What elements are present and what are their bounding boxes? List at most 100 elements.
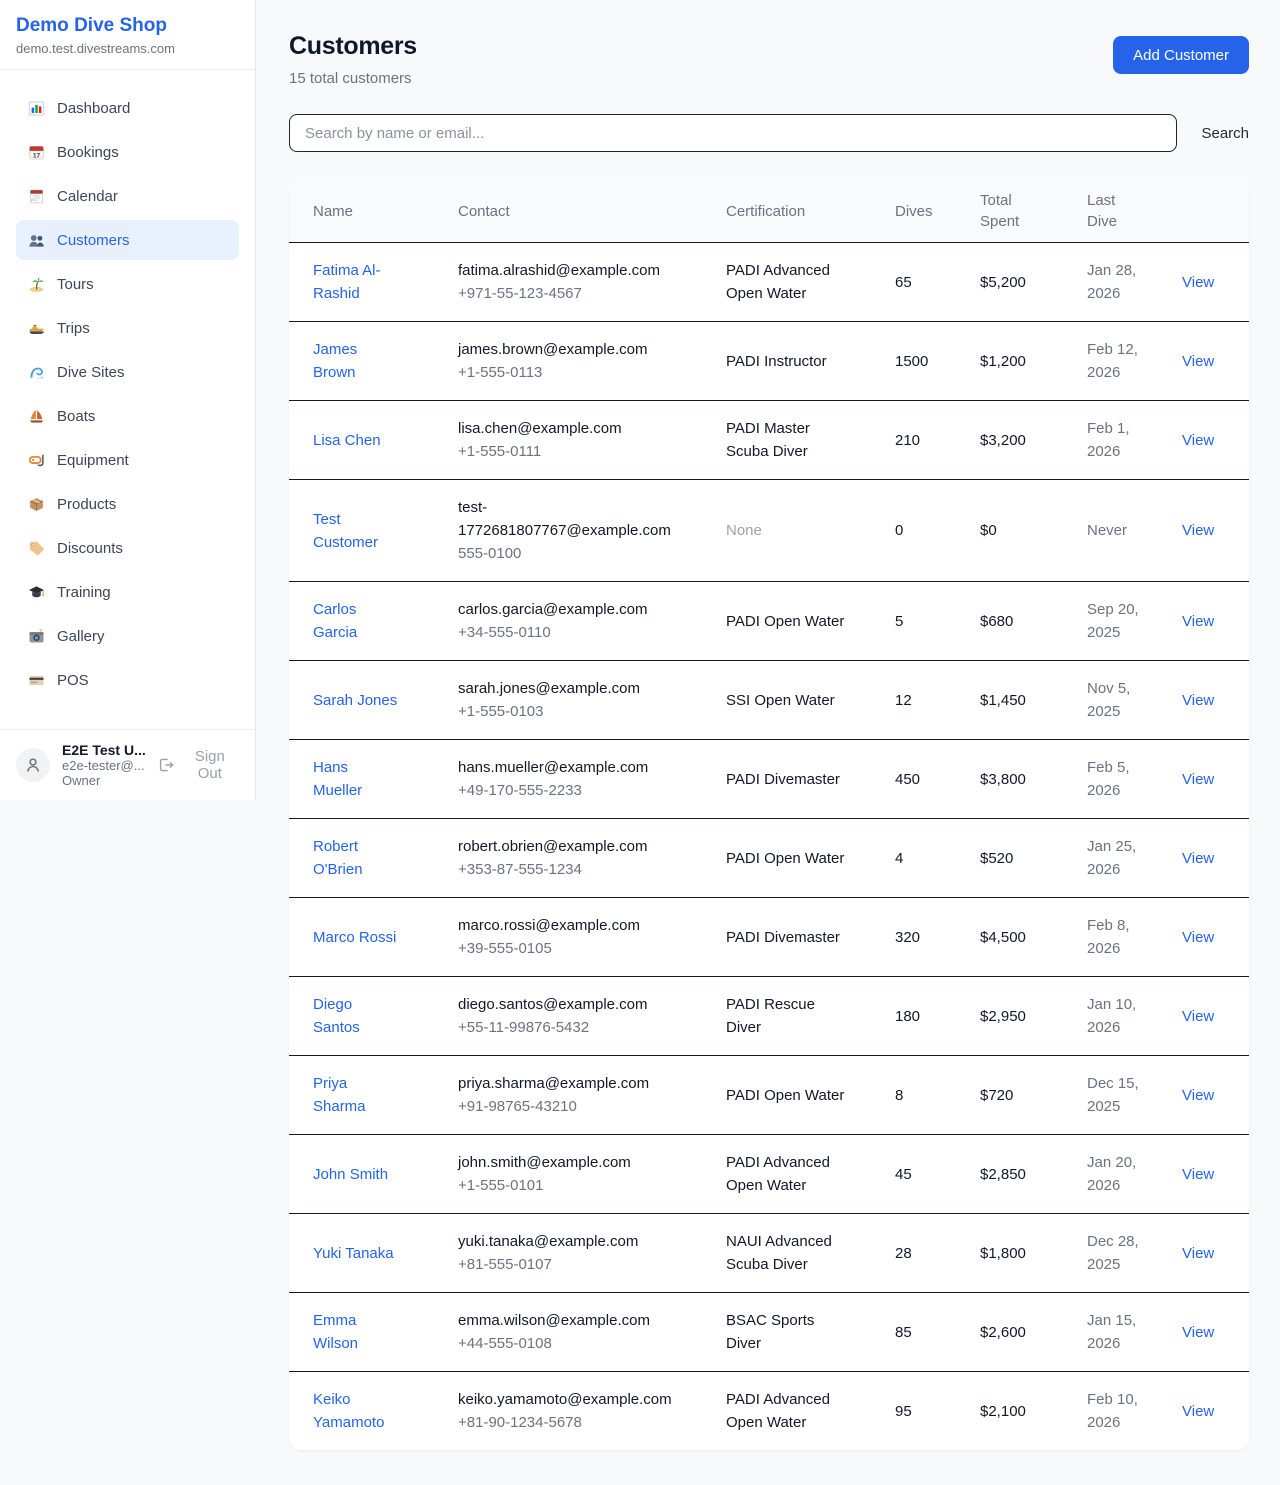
customer-email: fatima.alrashid@example.com bbox=[458, 259, 668, 282]
customer-certification: PADI Master Scuba Diver bbox=[702, 401, 871, 480]
table-row: Robert O'Brien robert.obrien@example.com… bbox=[289, 819, 1249, 898]
sidebar-item-tours[interactable]: Tours bbox=[16, 264, 239, 304]
sidebar-item-pos[interactable]: POS bbox=[16, 660, 239, 700]
customer-last-dive: Jan 25, 2026 bbox=[1063, 819, 1158, 898]
customer-dives: 4 bbox=[871, 819, 956, 898]
customer-name-link[interactable]: Hans Mueller bbox=[313, 759, 362, 799]
sidebar-item-dashboard[interactable]: Dashboard bbox=[16, 88, 239, 128]
customer-last-dive: Feb 5, 2026 bbox=[1063, 740, 1158, 819]
customer-name-link[interactable]: Marco Rossi bbox=[313, 929, 396, 946]
dive-sites-icon bbox=[28, 364, 45, 381]
sidebar-item-products[interactable]: Products bbox=[16, 484, 239, 524]
sign-out-button[interactable]: Sign Out bbox=[158, 748, 239, 782]
customer-certification: PADI Instructor bbox=[702, 322, 871, 401]
customer-name-link[interactable]: Yuki Tanaka bbox=[313, 1245, 394, 1262]
view-customer-link[interactable]: View bbox=[1182, 613, 1214, 630]
customer-name-link[interactable]: Carlos Garcia bbox=[313, 601, 357, 641]
avatar bbox=[16, 748, 50, 782]
customer-email: carlos.garcia@example.com bbox=[458, 598, 668, 621]
view-customer-link[interactable]: View bbox=[1182, 1166, 1214, 1183]
customers-table-body: Fatima Al-Rashid fatima.alrashid@example… bbox=[289, 243, 1249, 1451]
sidebar-item-calendar[interactable]: Calendar bbox=[16, 176, 239, 216]
pos-icon bbox=[28, 672, 45, 689]
customer-last-dive: Jan 20, 2026 bbox=[1063, 1135, 1158, 1214]
table-row: Emma Wilson emma.wilson@example.com +44-… bbox=[289, 1293, 1249, 1372]
sidebar-item-trips[interactable]: Trips bbox=[16, 308, 239, 348]
customer-total-spent: $3,200 bbox=[956, 401, 1063, 480]
customer-dives: 12 bbox=[871, 661, 956, 740]
view-customer-link[interactable]: View bbox=[1182, 1403, 1214, 1420]
sidebar-item-gallery[interactable]: Gallery bbox=[16, 616, 239, 656]
customer-dives: 1500 bbox=[871, 322, 956, 401]
view-customer-link[interactable]: View bbox=[1182, 432, 1214, 449]
customer-email: hans.mueller@example.com bbox=[458, 756, 668, 779]
customer-total-spent: $1,450 bbox=[956, 661, 1063, 740]
sidebar-item-equipment[interactable]: Equipment bbox=[16, 440, 239, 480]
customer-phone: +55-11-99876-5432 bbox=[458, 1016, 668, 1039]
customer-certification: PADI Advanced Open Water bbox=[702, 1135, 871, 1214]
customer-dives: 65 bbox=[871, 243, 956, 322]
customer-dives: 180 bbox=[871, 977, 956, 1056]
view-customer-link[interactable]: View bbox=[1182, 850, 1214, 867]
view-customer-link[interactable]: View bbox=[1182, 1324, 1214, 1341]
view-customer-link[interactable]: View bbox=[1182, 522, 1214, 539]
customer-certification: PADI Advanced Open Water bbox=[702, 1372, 871, 1451]
customer-name-link[interactable]: John Smith bbox=[313, 1166, 388, 1183]
customer-name-link[interactable]: James Brown bbox=[313, 341, 357, 381]
search-input[interactable] bbox=[289, 114, 1177, 152]
table-row: Marco Rossi marco.rossi@example.com +39-… bbox=[289, 898, 1249, 977]
customer-total-spent: $680 bbox=[956, 582, 1063, 661]
customer-total-spent: $5,200 bbox=[956, 243, 1063, 322]
page-header: Customers 15 total customers Add Custome… bbox=[289, 32, 1249, 87]
table-row: James Brown james.brown@example.com +1-5… bbox=[289, 322, 1249, 401]
view-customer-link[interactable]: View bbox=[1182, 692, 1214, 709]
column-header-dives: Dives bbox=[871, 180, 956, 243]
view-customer-link[interactable]: View bbox=[1182, 1008, 1214, 1025]
customer-name-link[interactable]: Fatima Al-Rashid bbox=[313, 262, 381, 302]
sidebar-item-discounts[interactable]: Discounts bbox=[16, 528, 239, 568]
customer-last-dive: Jan 15, 2026 bbox=[1063, 1293, 1158, 1372]
column-header-name: Name bbox=[289, 180, 434, 243]
table-row: Diego Santos diego.santos@example.com +5… bbox=[289, 977, 1249, 1056]
main-content: Customers 15 total customers Add Custome… bbox=[256, 0, 1280, 1480]
view-customer-link[interactable]: View bbox=[1182, 1245, 1214, 1262]
table-row: Fatima Al-Rashid fatima.alrashid@example… bbox=[289, 243, 1249, 322]
sidebar-item-training[interactable]: Training bbox=[16, 572, 239, 612]
sidebar-item-boats[interactable]: Boats bbox=[16, 396, 239, 436]
customer-name-link[interactable]: Robert O'Brien bbox=[313, 838, 363, 878]
sidebar-user-panel: E2E Test U... e2e-tester@... Owner Sign … bbox=[0, 729, 255, 800]
sidebar-item-bookings[interactable]: 17 Bookings bbox=[16, 132, 239, 172]
customer-last-dive: Jan 28, 2026 bbox=[1063, 243, 1158, 322]
sidebar-header: Demo Dive Shop demo.test.divestreams.com bbox=[0, 0, 255, 70]
view-customer-link[interactable]: View bbox=[1182, 274, 1214, 291]
customer-name-link[interactable]: Diego Santos bbox=[313, 996, 360, 1036]
customer-last-dive: Sep 20, 2025 bbox=[1063, 582, 1158, 661]
view-customer-link[interactable]: View bbox=[1182, 353, 1214, 370]
customer-name-link[interactable]: Keiko Yamamoto bbox=[313, 1391, 384, 1431]
view-customer-link[interactable]: View bbox=[1182, 929, 1214, 946]
customer-total-spent: $2,100 bbox=[956, 1372, 1063, 1451]
customer-last-dive: Jan 10, 2026 bbox=[1063, 977, 1158, 1056]
view-customer-link[interactable]: View bbox=[1182, 771, 1214, 788]
customer-name-link[interactable]: Sarah Jones bbox=[313, 692, 397, 709]
customer-phone: +971-55-123-4567 bbox=[458, 282, 668, 305]
sidebar-item-dive-sites[interactable]: Dive Sites bbox=[16, 352, 239, 392]
table-row: Keiko Yamamoto keiko.yamamoto@example.co… bbox=[289, 1372, 1249, 1451]
svg-text:17: 17 bbox=[33, 152, 41, 159]
customer-phone: +91-98765-43210 bbox=[458, 1095, 668, 1118]
customer-name-link[interactable]: Lisa Chen bbox=[313, 432, 381, 449]
customer-certification: PADI Rescue Diver bbox=[702, 977, 871, 1056]
customer-name-link[interactable]: Emma Wilson bbox=[313, 1312, 358, 1352]
column-header-contact: Contact bbox=[434, 180, 702, 243]
search-button[interactable]: Search bbox=[1201, 117, 1249, 150]
view-customer-link[interactable]: View bbox=[1182, 1087, 1214, 1104]
customers-icon bbox=[28, 232, 45, 249]
customer-name-link[interactable]: Priya Sharma bbox=[313, 1075, 366, 1115]
add-customer-button[interactable]: Add Customer bbox=[1113, 36, 1249, 74]
customer-name-link[interactable]: Test Customer bbox=[313, 511, 378, 551]
sidebar-item-customers[interactable]: Customers bbox=[16, 220, 239, 260]
customer-phone: +353-87-555-1234 bbox=[458, 858, 668, 881]
customer-certification: None bbox=[702, 480, 871, 582]
table-row: Carlos Garcia carlos.garcia@example.com … bbox=[289, 582, 1249, 661]
customer-last-dive: Feb 1, 2026 bbox=[1063, 401, 1158, 480]
